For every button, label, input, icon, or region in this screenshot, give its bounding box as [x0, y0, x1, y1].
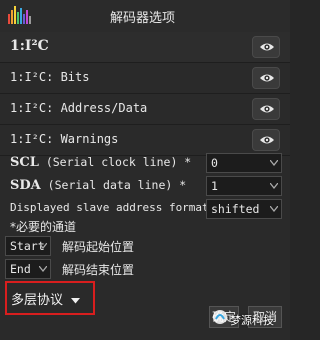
- row-warnings-label: 1:I²C: Warnings: [10, 132, 119, 146]
- chevron-down-icon: [270, 183, 278, 189]
- app-logo-icon: [8, 6, 31, 24]
- eye-icon: [260, 136, 274, 144]
- eye-toggle-button[interactable]: [252, 129, 280, 151]
- eye-toggle-button[interactable]: [252, 98, 280, 120]
- chevron-down-icon: [270, 206, 278, 212]
- watermark-logo-icon: [213, 310, 227, 324]
- chevron-down-icon: [39, 266, 47, 272]
- decoder-header-row: 1:I²C: [0, 32, 290, 63]
- eye-toggle-button[interactable]: [252, 36, 280, 58]
- caret-down-icon: [71, 297, 81, 303]
- scl-value: 0: [211, 156, 218, 170]
- end-position-label: 解码结束位置: [62, 263, 135, 277]
- end-select[interactable]: End: [5, 259, 51, 279]
- scl-label: SCL (Serial clock line) *: [10, 155, 191, 170]
- chevron-down-icon: [270, 160, 278, 166]
- start-select[interactable]: Start: [5, 236, 51, 256]
- eye-icon: [260, 105, 274, 113]
- sda-select[interactable]: 1: [206, 176, 282, 196]
- decoder-name: 1:I²C: [10, 38, 49, 54]
- row-bits-label: 1:I²C: Bits: [10, 70, 90, 84]
- sda-label: SDA (Serial data line) *: [10, 178, 186, 193]
- sda-value: 1: [211, 179, 218, 193]
- title-bar: 解码器选项: [0, 0, 290, 32]
- eye-toggle-button[interactable]: [252, 67, 280, 89]
- row-bits: 1:I²C: Bits: [0, 63, 290, 94]
- end-value: End: [10, 262, 31, 276]
- sda-label-rest: (Serial data line) *: [40, 178, 187, 192]
- watermark-text: 梦源科技: [230, 314, 274, 327]
- eye-icon: [260, 74, 274, 82]
- start-position-label: 解码起始位置: [62, 240, 135, 254]
- scl-label-rest: (Serial clock line) *: [38, 155, 192, 169]
- decoder-options-dialog: 解码器选项 1:I²C 1:I²C: Bits 1:I²C: Address/D…: [0, 0, 290, 340]
- scl-label-bold: SCL: [10, 155, 39, 170]
- sda-label-bold: SDA: [10, 178, 41, 193]
- eye-icon: [260, 43, 274, 51]
- multi-layer-protocol-button[interactable]: 多层协议: [11, 289, 81, 308]
- row-address-data: 1:I²C: Address/Data: [0, 94, 290, 125]
- address-format-label: Displayed slave address format: [10, 201, 209, 214]
- row-address-data-label: 1:I²C: Address/Data: [10, 101, 148, 115]
- scl-select[interactable]: 0: [206, 153, 282, 173]
- required-channel-note: *必要的通道: [10, 220, 77, 234]
- multi-layer-highlight: 多层协议: [5, 281, 95, 315]
- address-format-value: shifted: [211, 202, 260, 216]
- multi-layer-protocol-label: 多层协议: [11, 293, 64, 308]
- window-title: 解码器选项: [110, 11, 176, 26]
- address-format-select[interactable]: shifted: [206, 199, 282, 219]
- chevron-down-icon: [39, 243, 47, 249]
- row-warnings: 1:I²C: Warnings: [0, 125, 290, 156]
